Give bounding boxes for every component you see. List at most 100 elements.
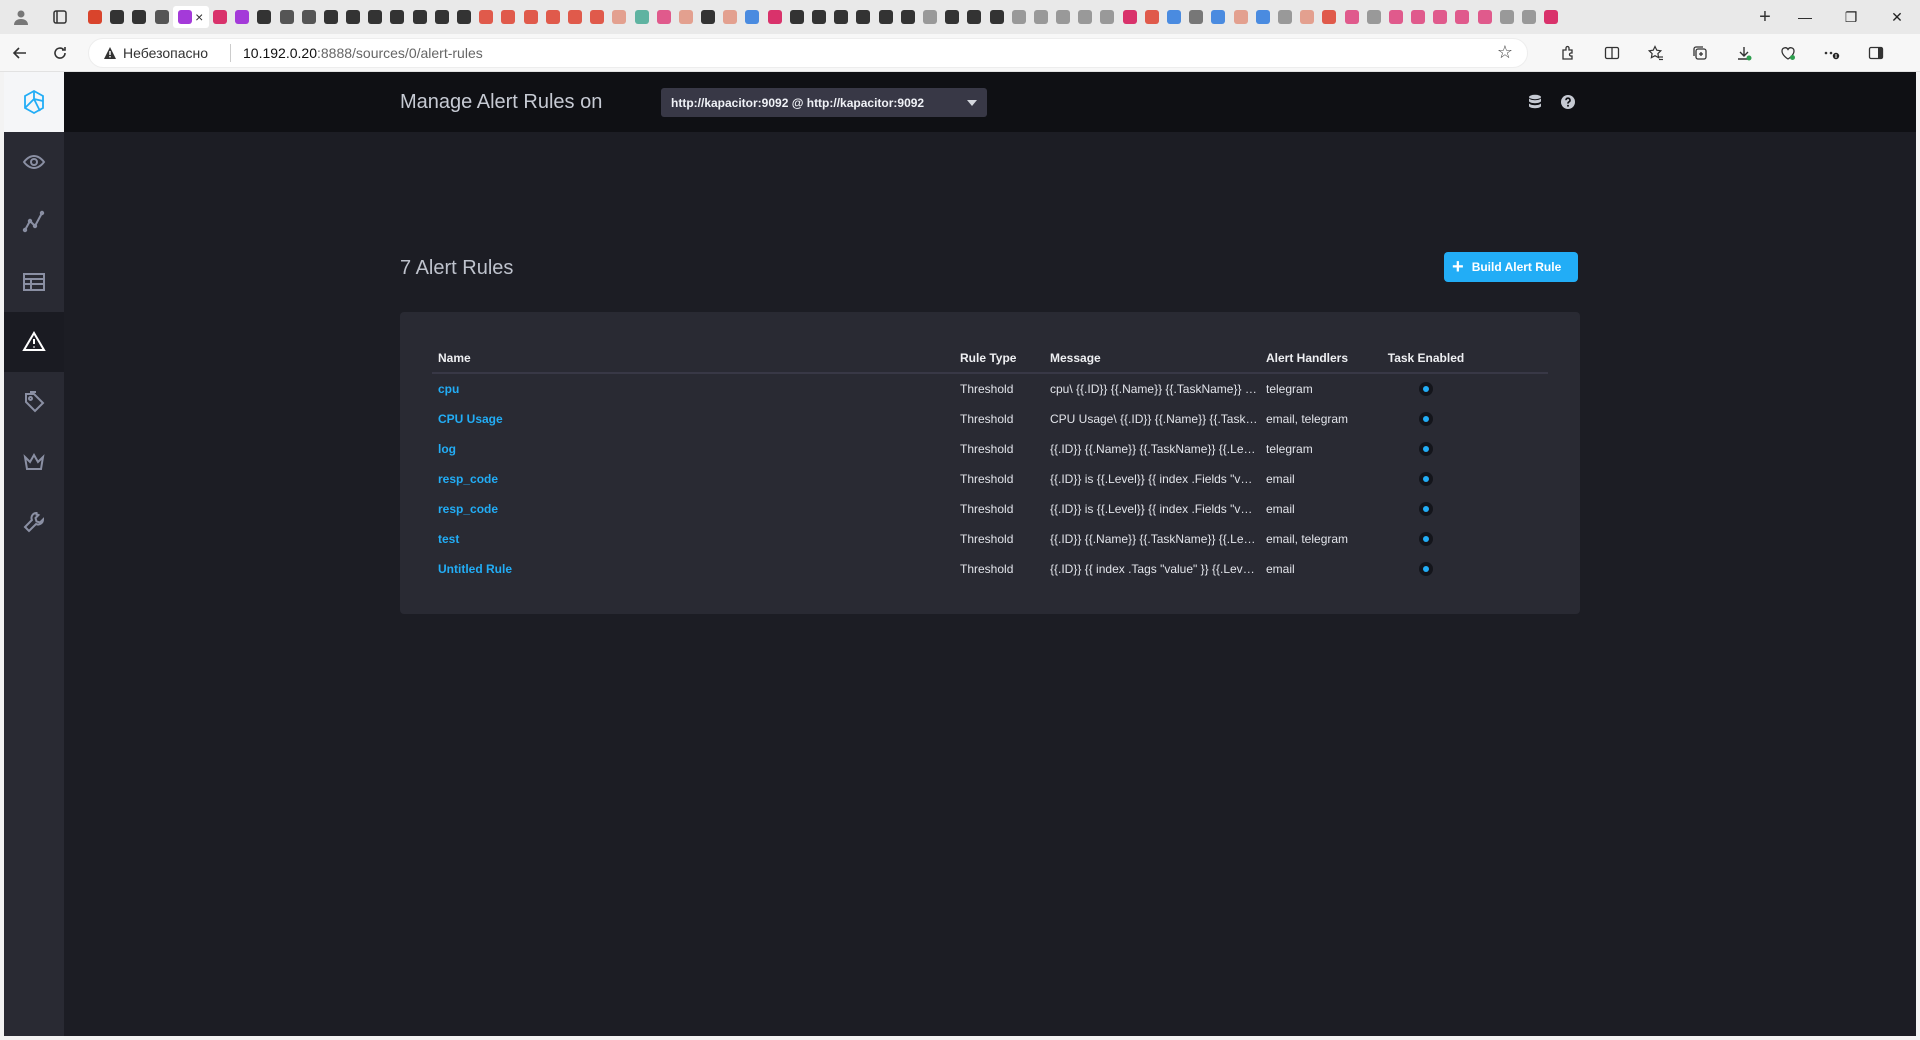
profile-icon[interactable] <box>0 0 42 34</box>
sidebar-item-log-viewer[interactable] <box>4 372 64 432</box>
not-secure-indicator[interactable]: Небезопасно <box>103 45 208 61</box>
browser-tab[interactable] <box>986 6 1008 28</box>
kapacitor-select[interactable]: http://kapacitor:9092 @ http://kapacitor… <box>661 88 987 117</box>
browser-tab[interactable] <box>342 6 364 28</box>
browser-tab[interactable] <box>631 6 653 28</box>
browser-tab[interactable] <box>1185 6 1207 28</box>
browser-tab[interactable] <box>719 6 741 28</box>
task-enabled-toggle[interactable] <box>1419 382 1433 397</box>
browser-tab[interactable] <box>1096 6 1118 28</box>
browser-tab[interactable] <box>1363 6 1385 28</box>
browser-tab[interactable] <box>84 6 106 28</box>
new-tab-button[interactable]: + <box>1748 0 1782 34</box>
browser-tab[interactable] <box>1385 6 1407 28</box>
browser-tab[interactable] <box>409 6 431 28</box>
rule-name-link[interactable]: CPU Usage <box>432 412 960 426</box>
browser-tab[interactable] <box>963 6 985 28</box>
browser-tab[interactable] <box>1496 6 1518 28</box>
browser-tab[interactable] <box>298 6 320 28</box>
task-enabled-toggle[interactable] <box>1419 502 1433 517</box>
rule-name-link[interactable]: Untitled Rule <box>432 562 960 576</box>
browser-tab[interactable] <box>497 6 519 28</box>
tab-actions-icon[interactable] <box>42 0 78 34</box>
sidebar-toggle-icon[interactable] <box>1854 34 1898 72</box>
help-icon[interactable] <box>1560 94 1576 115</box>
browser-tab[interactable] <box>1451 6 1473 28</box>
browser-tab[interactable] <box>386 6 408 28</box>
browser-tab[interactable] <box>653 6 675 28</box>
favorite-star-icon[interactable]: ☆ <box>1497 42 1513 63</box>
browser-tab[interactable]: × <box>172 6 209 28</box>
browser-tab[interactable] <box>1318 6 1340 28</box>
favorites-icon[interactable] <box>1634 34 1678 72</box>
browser-tab[interactable] <box>320 6 342 28</box>
sidebar-item-dashboards[interactable] <box>4 252 64 312</box>
browser-tab[interactable] <box>520 6 542 28</box>
browser-tab[interactable] <box>1274 6 1296 28</box>
browser-tab[interactable] <box>1074 6 1096 28</box>
browser-tab[interactable] <box>897 6 919 28</box>
sidebar-item-data-explorer[interactable] <box>4 192 64 252</box>
browser-tab[interactable] <box>697 6 719 28</box>
browser-tab[interactable] <box>1407 6 1429 28</box>
browser-tab[interactable] <box>475 6 497 28</box>
browser-tab[interactable] <box>1252 6 1274 28</box>
reload-button[interactable] <box>40 34 80 72</box>
browser-tab[interactable] <box>941 6 963 28</box>
browser-tab[interactable] <box>276 6 298 28</box>
database-icon[interactable] <box>1528 94 1542 115</box>
browser-tab[interactable] <box>675 6 697 28</box>
browser-tab[interactable] <box>1518 6 1540 28</box>
minimize-button[interactable]: — <box>1782 0 1828 34</box>
browser-tab[interactable] <box>741 6 763 28</box>
downloads-icon[interactable] <box>1722 34 1766 72</box>
browser-essentials-icon[interactable] <box>1766 34 1810 72</box>
browser-tab[interactable] <box>453 6 475 28</box>
browser-tab[interactable] <box>1207 6 1229 28</box>
back-button[interactable] <box>0 34 40 72</box>
browser-tab[interactable] <box>1008 6 1030 28</box>
browser-tab[interactable] <box>253 6 275 28</box>
collections-icon[interactable] <box>1678 34 1722 72</box>
chronograf-logo[interactable] <box>4 72 64 132</box>
close-window-button[interactable]: ✕ <box>1874 0 1920 34</box>
task-enabled-toggle[interactable] <box>1419 412 1433 427</box>
task-enabled-toggle[interactable] <box>1419 472 1433 487</box>
browser-tab[interactable] <box>586 6 608 28</box>
browser-tab[interactable] <box>209 6 231 28</box>
browser-tab[interactable] <box>1474 6 1496 28</box>
rule-name-link[interactable]: resp_code <box>432 472 960 486</box>
browser-tab[interactable] <box>1540 6 1562 28</box>
browser-tab[interactable] <box>1429 6 1451 28</box>
browser-tab[interactable] <box>231 6 253 28</box>
browser-tab[interactable] <box>564 6 586 28</box>
browser-tab[interactable] <box>542 6 564 28</box>
task-enabled-toggle[interactable] <box>1419 562 1433 577</box>
browser-tab[interactable] <box>1052 6 1074 28</box>
browser-tab[interactable] <box>786 6 808 28</box>
restore-button[interactable]: ❐ <box>1828 0 1874 34</box>
browser-tab[interactable] <box>852 6 874 28</box>
extensions-icon[interactable] <box>1546 34 1590 72</box>
browser-tab[interactable] <box>1141 6 1163 28</box>
browser-tab[interactable] <box>608 6 630 28</box>
browser-tab[interactable] <box>875 6 897 28</box>
more-options-icon[interactable] <box>1810 34 1854 72</box>
column-header-rule-type[interactable]: Rule Type <box>960 351 1050 365</box>
rule-name-link[interactable]: cpu <box>432 382 960 396</box>
column-header-task-enabled[interactable]: Task Enabled <box>1386 351 1466 365</box>
browser-tab[interactable] <box>764 6 786 28</box>
browser-tab[interactable] <box>919 6 941 28</box>
browser-tab[interactable] <box>106 6 128 28</box>
task-enabled-toggle[interactable] <box>1419 442 1433 457</box>
url-field[interactable]: Небезопасно 10.192.0.20:8888/sources/0/a… <box>88 37 1528 68</box>
browser-tab[interactable] <box>830 6 852 28</box>
browser-tab[interactable] <box>1030 6 1052 28</box>
rule-name-link[interactable]: resp_code <box>432 502 960 516</box>
build-alert-rule-button[interactable]: + Build Alert Rule <box>1444 252 1578 282</box>
sidebar-item-host-explorer[interactable] <box>4 132 64 192</box>
browser-tab[interactable] <box>431 6 453 28</box>
browser-tab[interactable] <box>364 6 386 28</box>
sidebar-item-alerting[interactable] <box>4 312 64 372</box>
browser-tab[interactable] <box>1296 6 1318 28</box>
